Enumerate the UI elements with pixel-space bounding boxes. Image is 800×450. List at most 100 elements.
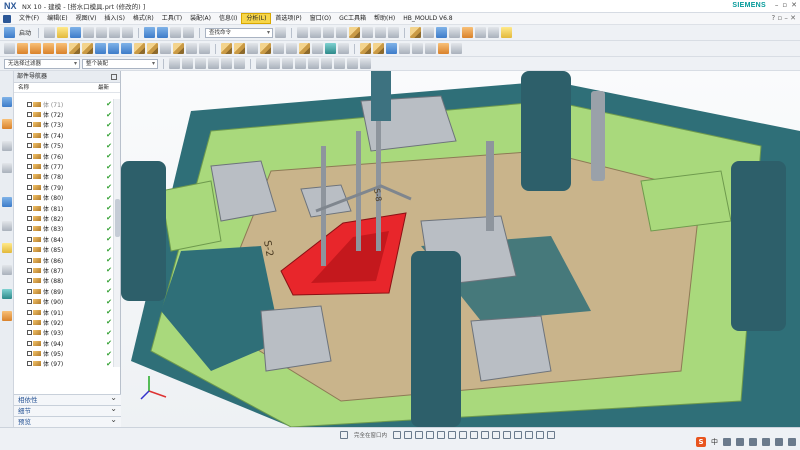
tree-node-body[interactable]: 体 (83) ✔ <box>14 224 114 234</box>
constraint-navigator-tab-icon[interactable] <box>2 141 12 151</box>
panel-preview[interactable]: 预览 <box>14 415 121 427</box>
tree-node-body[interactable]: 体 (73) ✔ <box>14 120 114 130</box>
assembly-scope-dropdown[interactable]: 整个装配 <box>82 58 158 69</box>
mirror-icon[interactable] <box>286 43 297 54</box>
tree-node-body[interactable]: 体 (93) ✔ <box>14 328 114 338</box>
offset-face-icon[interactable] <box>221 43 232 54</box>
visibility-checkbox[interactable] <box>27 257 32 263</box>
standard-part-icon[interactable] <box>386 43 397 54</box>
tree-node-body[interactable]: 体 (78) ✔ <box>14 172 114 182</box>
column-latest[interactable]: 最新 <box>98 83 109 92</box>
keyboard-icon[interactable] <box>762 438 770 446</box>
visibility-checkbox[interactable] <box>27 309 32 315</box>
menu-view[interactable]: 视图(V) <box>72 13 101 24</box>
face-select-icon[interactable] <box>221 58 232 69</box>
visibility-checkbox[interactable] <box>27 184 32 190</box>
skin-icon[interactable] <box>775 438 783 446</box>
undo-icon[interactable] <box>144 27 156 38</box>
sketch-circle-icon[interactable] <box>415 431 424 439</box>
view-orientation-icon[interactable] <box>375 27 387 38</box>
sketch-mirror-icon[interactable] <box>525 431 534 439</box>
tree-node-body[interactable]: 体 (87) ✔ <box>14 265 114 275</box>
system-scene-tab-icon[interactable] <box>2 265 12 275</box>
sketch-rectangle-icon[interactable] <box>426 431 435 439</box>
chamfer-icon[interactable] <box>147 43 158 54</box>
menu-info[interactable]: 信息(I) <box>215 13 241 24</box>
datum-axis-icon[interactable] <box>338 43 349 54</box>
menu-tools[interactable]: 工具(T) <box>158 13 186 24</box>
sketch-arc-icon[interactable] <box>404 431 413 439</box>
electrode-icon[interactable] <box>451 43 462 54</box>
emoji-icon[interactable] <box>736 438 744 446</box>
select-all-icon[interactable] <box>169 58 180 69</box>
punctuation-icon[interactable] <box>723 438 731 446</box>
cooling-icon[interactable] <box>425 43 436 54</box>
wcs-icon[interactable] <box>488 27 500 38</box>
visibility-checkbox[interactable] <box>27 101 32 107</box>
snap-center-icon[interactable] <box>282 58 293 69</box>
tree-node-body[interactable]: 体 (81) ✔ <box>14 203 114 213</box>
save-icon[interactable] <box>70 27 82 38</box>
menu-window[interactable]: 窗口(O) <box>306 13 335 24</box>
split-body-icon[interactable] <box>199 43 210 54</box>
hole-icon[interactable] <box>43 43 54 54</box>
intersect-icon[interactable] <box>121 43 132 54</box>
visibility-checkbox[interactable] <box>27 288 32 294</box>
mold-model[interactable]: S-2 S-8 <box>121 71 800 427</box>
menu-edit[interactable]: 编辑(E) <box>43 13 71 24</box>
visibility-checkbox[interactable] <box>27 247 32 253</box>
menu-help[interactable]: 帮助(H) <box>370 13 399 24</box>
sketch-constraint-icon[interactable] <box>514 431 523 439</box>
sketch-spline-icon[interactable] <box>437 431 446 439</box>
toolbox-icon[interactable] <box>788 438 796 446</box>
selection-filter-dropdown[interactable]: 无选择过滤器 <box>4 58 80 69</box>
pattern-icon[interactable] <box>273 43 284 54</box>
visibility-checkbox[interactable] <box>27 174 32 180</box>
search-icon[interactable] <box>275 27 287 38</box>
ruler-icon[interactable] <box>501 27 513 38</box>
visibility-checkbox[interactable] <box>27 132 32 138</box>
tree-node-body[interactable]: 体 (84) ✔ <box>14 234 114 244</box>
visibility-checkbox[interactable] <box>27 153 32 159</box>
menu-insert[interactable]: 插入(S) <box>100 13 129 24</box>
microphone-icon[interactable] <box>749 438 757 446</box>
selection-mode-text[interactable]: 完全在窗口内 <box>354 431 387 439</box>
edge-select-icon[interactable] <box>234 58 245 69</box>
visibility-checkbox[interactable] <box>27 351 32 357</box>
measure-distance-icon[interactable] <box>462 27 474 38</box>
menu-file[interactable]: 文件(F) <box>15 13 43 24</box>
info-icon[interactable] <box>475 27 487 38</box>
tree-node-body[interactable]: 体 (80) ✔ <box>14 193 114 203</box>
tree-node-body[interactable]: 体 (95) ✔ <box>14 348 114 358</box>
mold-wizard-icon[interactable] <box>360 43 371 54</box>
tree-node-body[interactable]: 体 (77) ✔ <box>14 161 114 171</box>
hd3d-tools-tab-icon[interactable] <box>2 197 12 207</box>
sogou-ime-icon[interactable]: S <box>696 437 706 447</box>
snap-quadrant-icon[interactable] <box>308 58 319 69</box>
feature-select-icon[interactable] <box>195 58 206 69</box>
visibility-checkbox[interactable] <box>27 215 32 221</box>
visibility-checkbox[interactable] <box>27 330 32 336</box>
tree-node-body[interactable]: 体 (97) ✔ <box>14 359 114 369</box>
process-studio-tab-icon[interactable] <box>2 311 12 321</box>
cut-icon[interactable] <box>83 27 95 38</box>
tree-node-body[interactable]: 体 (75) ✔ <box>14 141 114 151</box>
touch-mode-icon[interactable] <box>183 27 195 38</box>
tree-node-body[interactable]: 体 (85) ✔ <box>14 244 114 254</box>
replace-face-icon[interactable] <box>234 43 245 54</box>
tree-node-body[interactable]: 体 (91) ✔ <box>14 307 114 317</box>
tree-node-body[interactable]: 体 (79) ✔ <box>14 182 114 192</box>
paste-icon[interactable] <box>109 27 121 38</box>
mold-base-icon[interactable] <box>373 43 384 54</box>
visibility-checkbox[interactable] <box>27 278 32 284</box>
layer-settings-icon[interactable] <box>410 27 422 38</box>
menu-assembly[interactable]: 装配(A) <box>186 13 215 24</box>
trim-body-icon[interactable] <box>186 43 197 54</box>
extrude-icon[interactable] <box>17 43 28 54</box>
navigator-scrollbar[interactable] <box>113 99 120 367</box>
sketch-trim-icon[interactable] <box>459 431 468 439</box>
revolve-icon[interactable] <box>30 43 41 54</box>
snap-point-on-curve-icon[interactable] <box>321 58 332 69</box>
datum-plane-icon[interactable] <box>325 43 336 54</box>
copy-icon[interactable] <box>96 27 108 38</box>
